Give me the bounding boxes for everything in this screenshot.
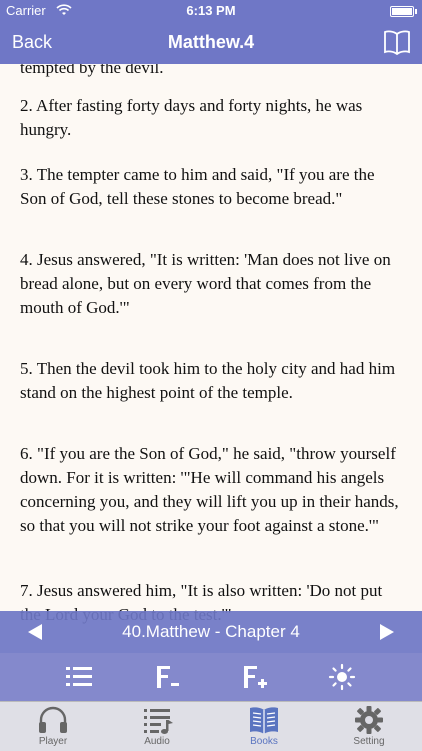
- verse-2: 2. After fasting forty days and forty ni…: [20, 96, 363, 139]
- decrease-font-icon[interactable]: [152, 663, 182, 691]
- list-icon[interactable]: [64, 663, 94, 691]
- verse-3: 3. The tempter came to him and said, "If…: [20, 165, 375, 208]
- gear-icon: [355, 706, 383, 734]
- battery-icon: [390, 6, 417, 17]
- tab-setting-label: Setting: [353, 736, 385, 747]
- reader-toolbar: [0, 653, 422, 701]
- tab-player[interactable]: Player: [13, 704, 93, 747]
- tab-player-label: Player: [38, 736, 68, 747]
- chapter-navigation-bar: 40.Matthew - Chapter 4: [0, 611, 422, 653]
- verse-5: 5. Then the devil took him to the holy c…: [20, 359, 396, 402]
- increase-font-icon[interactable]: [240, 663, 270, 691]
- open-book-icon[interactable]: [382, 27, 412, 57]
- tab-books-label: Books: [250, 736, 278, 747]
- back-button[interactable]: Back: [12, 32, 52, 53]
- audio-icon: [144, 709, 173, 734]
- status-bar: Carrier 6:13 PM: [0, 0, 422, 22]
- verse-4: 4. Jesus answered, "It is written: 'Man …: [20, 250, 391, 317]
- page-title: Matthew.4: [167, 32, 255, 52]
- tab-setting[interactable]: Setting: [329, 704, 409, 747]
- tab-books[interactable]: Books: [224, 704, 304, 747]
- next-chapter-icon[interactable]: [378, 622, 396, 642]
- headphones-icon: [39, 706, 67, 733]
- tab-audio-label: Audio: [144, 736, 170, 747]
- tab-audio[interactable]: Audio: [117, 704, 197, 747]
- verse-6: 6. "If you are the Son of God," he said,…: [20, 444, 399, 535]
- status-time: 6:13 PM: [186, 3, 236, 18]
- navigation-bar: Back Matthew.4: [0, 22, 422, 64]
- tab-bar: Player Audio Books Setting: [0, 701, 422, 751]
- brightness-icon[interactable]: [327, 663, 357, 691]
- chapter-label: 40.Matthew - Chapter 4: [122, 622, 300, 641]
- verse-1: 1. Then Jesus was led by the Spirit into…: [20, 64, 164, 77]
- books-icon: [250, 707, 278, 734]
